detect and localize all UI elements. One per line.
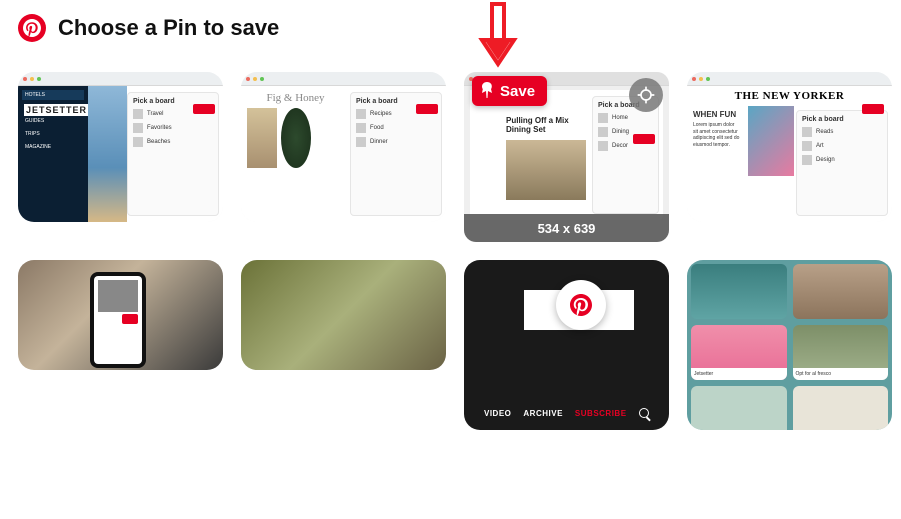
site-content: Fig & Honey bbox=[241, 86, 350, 222]
pick-board-panel: Pick a board Reads Art Design bbox=[796, 110, 888, 216]
save-button-label: Save bbox=[500, 83, 535, 100]
hero-image bbox=[88, 86, 127, 222]
pin-thumbnail-extension[interactable]: VIDEO ARCHIVE SUBSCRIBE bbox=[464, 260, 669, 430]
pin-thumbnail-fighoney[interactable]: Fig & Honey Pick a board Recipes Food Di… bbox=[241, 72, 446, 222]
expand-icon bbox=[636, 85, 656, 105]
dimensions-label: 534 x 639 bbox=[464, 214, 669, 242]
pinterest-logo-icon bbox=[18, 14, 46, 42]
pin-thumbnail-picnic[interactable] bbox=[241, 260, 446, 370]
pinterest-extension-icon bbox=[556, 280, 606, 330]
save-button[interactable]: Save bbox=[472, 76, 547, 106]
expand-button[interactable] bbox=[629, 78, 663, 112]
site-content: Pulling Off a Mix Dining Set bbox=[470, 90, 592, 220]
pin-thumbnail-jetsetter[interactable]: JETSETTER HOTELS DEALS GUIDES TRIPS MAGA… bbox=[18, 72, 223, 222]
pin-grid: JETSETTER HOTELS DEALS GUIDES TRIPS MAGA… bbox=[0, 50, 901, 452]
browser-chrome-bar bbox=[687, 72, 892, 86]
browser-chrome-bar bbox=[18, 72, 223, 86]
pick-board-panel: Pick a board Home Dining Decor bbox=[592, 96, 659, 214]
pin-collage-grid: Jetsetter Opt for al fresco bbox=[687, 260, 892, 430]
pin-icon bbox=[480, 82, 494, 100]
mini-save-badge bbox=[416, 104, 438, 114]
mini-save-badge bbox=[633, 134, 655, 144]
mini-save-badge bbox=[193, 104, 215, 114]
mini-save-badge bbox=[122, 314, 138, 324]
page-title: Choose a Pin to save bbox=[58, 15, 279, 41]
phone-mockup bbox=[90, 272, 146, 368]
pin-thumbnail-phone[interactable] bbox=[18, 260, 223, 370]
browser-chrome-bar bbox=[241, 72, 446, 86]
search-icon bbox=[639, 408, 649, 418]
annotation-arrow bbox=[478, 2, 518, 68]
site-nav: VIDEO ARCHIVE SUBSCRIBE bbox=[484, 408, 649, 418]
site-brand: JETSETTER bbox=[24, 104, 89, 116]
mini-save-badge bbox=[862, 104, 884, 114]
article-body: WHEN FUN Lorem ipsum dolor sit amet cons… bbox=[687, 104, 746, 222]
pin-thumbnail-hovered[interactable]: Save Pulling Off a Mix Dining Set Pick a… bbox=[464, 72, 669, 242]
pin-thumbnail-newyorker[interactable]: THE NEW YORKER WHEN FUN Lorem ipsum dolo… bbox=[687, 72, 892, 222]
site-brand: THE NEW YORKER bbox=[687, 86, 892, 104]
pin-thumbnail-collage[interactable]: Jetsetter Opt for al fresco bbox=[687, 260, 892, 430]
